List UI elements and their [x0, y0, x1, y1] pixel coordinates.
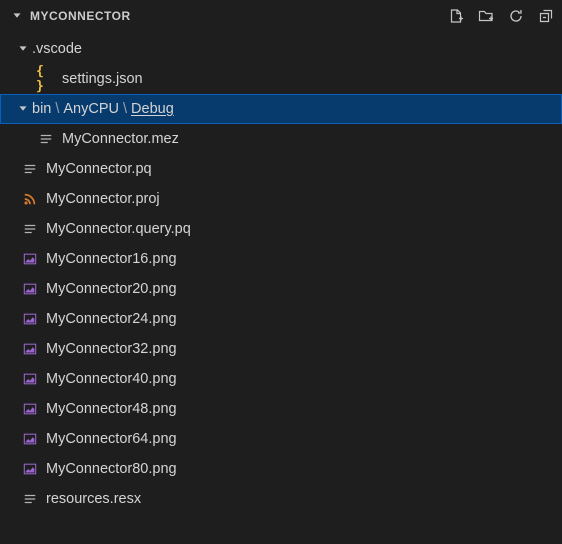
refresh-button[interactable] [506, 6, 526, 26]
image-icon [20, 339, 40, 359]
file-label: MyConnector.pq [46, 161, 152, 177]
breadcrumb-separator: \ [51, 101, 63, 117]
file-label: MyConnector.mez [62, 131, 179, 147]
file-myconnector-proj[interactable]: MyConnector.proj [0, 184, 562, 214]
folder-vscode[interactable]: .vscode [0, 34, 562, 64]
breadcrumb-part: AnyCPU [63, 101, 119, 117]
file-myconnector48-png[interactable]: MyConnector48.png [0, 394, 562, 424]
file-myconnector-pq[interactable]: MyConnector.pq [0, 154, 562, 184]
file-label: MyConnector32.png [46, 341, 177, 357]
image-icon [20, 309, 40, 329]
folder-bin-anycpu-debug[interactable]: bin\AnyCPU\Debug [0, 94, 562, 124]
file-myconnector20-png[interactable]: MyConnector20.png [0, 274, 562, 304]
explorer-title-container[interactable]: MYCONNECTOR [8, 7, 446, 25]
image-icon [20, 249, 40, 269]
breadcrumb-separator: \ [119, 101, 131, 117]
json-icon: { } [36, 69, 56, 89]
file-myconnector-query-pq[interactable]: MyConnector.query.pq [0, 214, 562, 244]
file-myconnector16-png[interactable]: MyConnector16.png [0, 244, 562, 274]
file-myconnector32-png[interactable]: MyConnector32.png [0, 334, 562, 364]
file-icon [20, 489, 40, 509]
file-label: MyConnector24.png [46, 311, 177, 327]
file-label: MyConnector80.png [46, 461, 177, 477]
image-icon [20, 459, 40, 479]
file-myconnector40-png[interactable]: MyConnector40.png [0, 364, 562, 394]
file-label: MyConnector48.png [46, 401, 177, 417]
new-file-button[interactable] [446, 6, 466, 26]
file-myconnector24-png[interactable]: MyConnector24.png [0, 304, 562, 334]
file-label: settings.json [62, 71, 143, 87]
new-folder-button[interactable] [476, 6, 496, 26]
file-tree: .vscode { } settings.json bin\AnyCPU\Deb… [0, 32, 562, 514]
collapse-all-button[interactable] [536, 6, 556, 26]
file-resources-resx[interactable]: resources.resx [0, 484, 562, 514]
file-myconnector64-png[interactable]: MyConnector64.png [0, 424, 562, 454]
breadcrumb-part-current: Debug [131, 101, 174, 117]
breadcrumb-part: bin [32, 101, 51, 117]
explorer-title: MYCONNECTOR [30, 9, 131, 23]
image-icon [20, 279, 40, 299]
file-icon [20, 219, 40, 239]
file-label: MyConnector40.png [46, 371, 177, 387]
rss-icon [20, 189, 40, 209]
file-label: MyConnector.query.pq [46, 221, 191, 237]
image-icon [20, 369, 40, 389]
image-icon [20, 399, 40, 419]
file-label: MyConnector16.png [46, 251, 177, 267]
explorer-header: MYCONNECTOR [0, 0, 562, 32]
file-icon [36, 129, 56, 149]
chevron-down-icon [14, 100, 32, 118]
file-label: MyConnector20.png [46, 281, 177, 297]
chevron-down-icon [14, 40, 32, 58]
file-label: MyConnector64.png [46, 431, 177, 447]
file-settings-json[interactable]: { } settings.json [0, 64, 562, 94]
breadcrumb: bin\AnyCPU\Debug [32, 101, 174, 117]
image-icon [20, 429, 40, 449]
folder-label: .vscode [32, 41, 82, 57]
file-label: resources.resx [46, 491, 141, 507]
file-myconnector-mez[interactable]: MyConnector.mez [0, 124, 562, 154]
file-label: MyConnector.proj [46, 191, 160, 207]
file-icon [20, 159, 40, 179]
chevron-down-icon [8, 7, 26, 25]
explorer-actions [446, 6, 556, 26]
file-myconnector80-png[interactable]: MyConnector80.png [0, 454, 562, 484]
